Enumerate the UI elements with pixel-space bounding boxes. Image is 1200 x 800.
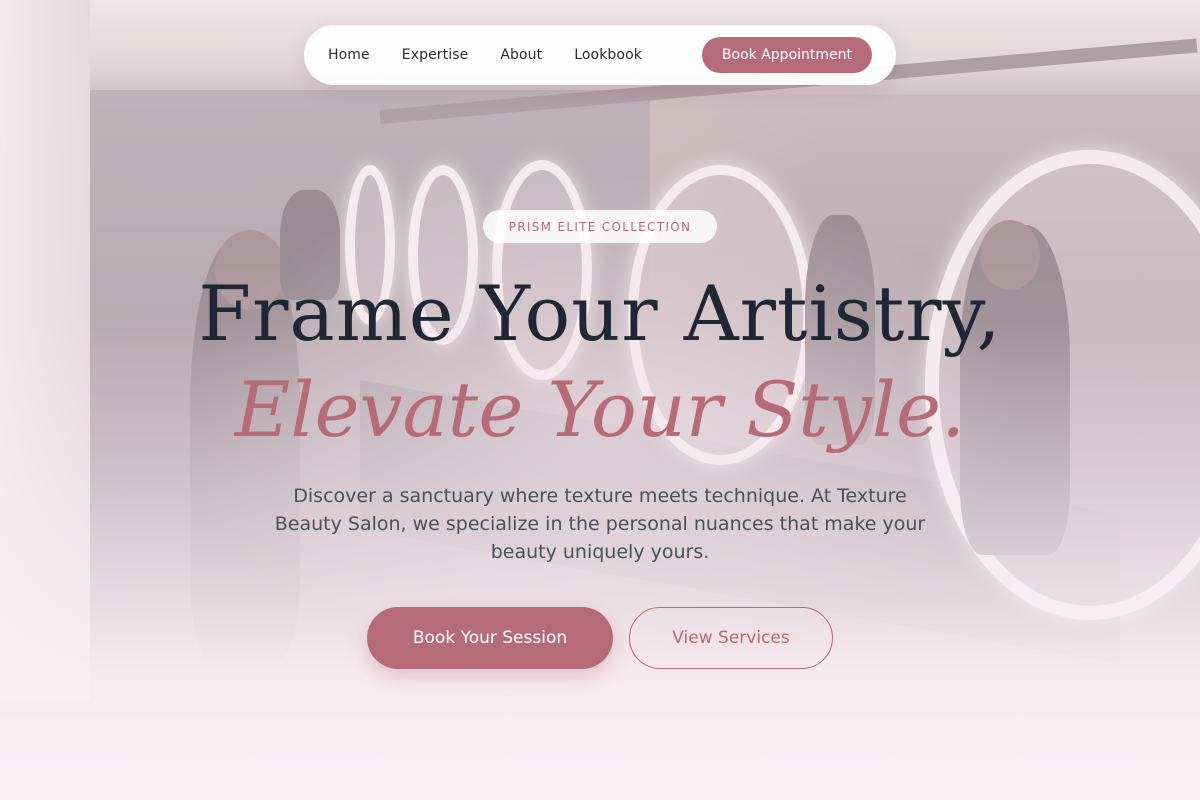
nav-item-lookbook[interactable]: Lookbook bbox=[574, 47, 642, 63]
nav-item-home[interactable]: Home bbox=[328, 47, 370, 63]
hero-headline-accent: Elevate Your Style. bbox=[234, 365, 966, 454]
nav-item-expertise[interactable]: Expertise bbox=[402, 47, 469, 63]
hero-description: Discover a sanctuary where texture meets… bbox=[274, 485, 926, 563]
nav-item-about[interactable]: About bbox=[500, 47, 542, 63]
book-session-button[interactable]: Book Your Session bbox=[367, 607, 613, 669]
collection-badge: PRISM ELITE COLLECTION bbox=[483, 210, 717, 243]
view-services-button[interactable]: View Services bbox=[629, 607, 833, 669]
top-navigation: Home Expertise About Lookbook Book Appoi… bbox=[304, 25, 896, 85]
book-appointment-button[interactable]: Book Appointment bbox=[701, 37, 872, 73]
hero-headline: Frame Your Artistry, bbox=[198, 269, 1002, 358]
